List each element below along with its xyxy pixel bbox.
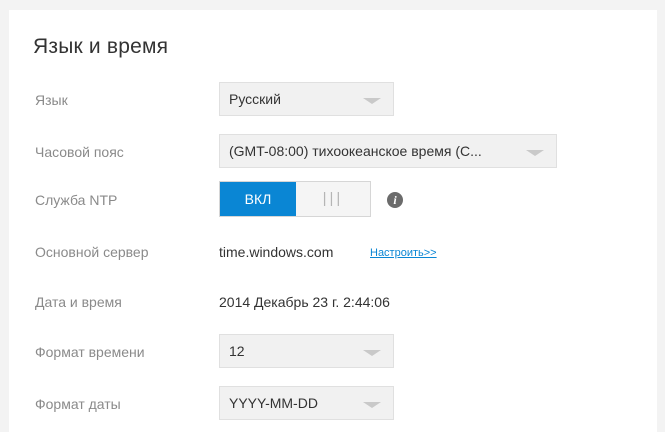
configure-link[interactable]: Настроить>> <box>370 232 437 272</box>
time-format-row: Формат времени 12 <box>9 332 657 372</box>
chevron-down-icon <box>363 402 381 408</box>
date-format-select[interactable]: YYYY-MM-DD <box>219 386 394 420</box>
datetime-value: 2014 Декабрь 23 г. 2:44:06 <box>219 294 390 310</box>
language-time-panel: Язык и время Язык Русский Часовой пояс (… <box>9 10 657 432</box>
date-format-row: Формат даты YYYY-MM-DD <box>9 384 657 424</box>
timezone-select[interactable]: (GMT-08:00) тихоокеанское время (С... <box>219 134 557 168</box>
ntp-toggle[interactable]: ВКЛ ||| <box>219 181 371 217</box>
timezone-row: Часовой пояс (GMT-08:00) тихоокеанское в… <box>9 132 657 172</box>
server-label: Основной сервер <box>35 244 149 260</box>
language-row: Язык Русский <box>9 80 657 120</box>
section-title: Язык и время <box>33 35 169 58</box>
ntp-row: Служба NTP ВКЛ ||| i <box>9 180 657 220</box>
language-select-value: Русский <box>229 91 281 107</box>
time-format-label: Формат времени <box>35 344 145 360</box>
server-row: Основной сервер time.windows.com Настрои… <box>9 232 657 272</box>
date-format-select-value: YYYY-MM-DD <box>229 395 318 411</box>
chevron-down-icon <box>363 350 381 356</box>
date-format-label: Формат даты <box>35 396 121 412</box>
info-icon[interactable]: i <box>387 192 403 208</box>
time-format-select-value: 12 <box>229 343 245 359</box>
time-format-select[interactable]: 12 <box>219 334 394 368</box>
chevron-down-icon <box>526 150 544 156</box>
ntp-label: Служба NTP <box>35 192 118 208</box>
ntp-toggle-on[interactable]: ВКЛ <box>220 182 296 216</box>
datetime-row: Дата и время 2014 Декабрь 23 г. 2:44:06 <box>9 282 657 322</box>
datetime-label: Дата и время <box>35 294 122 310</box>
timezone-label: Часовой пояс <box>35 144 124 160</box>
server-value: time.windows.com <box>219 244 334 260</box>
language-select[interactable]: Русский <box>219 82 394 116</box>
language-label: Язык <box>35 92 68 108</box>
ntp-toggle-grip-icon[interactable]: ||| <box>296 182 370 216</box>
timezone-select-value: (GMT-08:00) тихоокеанское время (С... <box>229 143 482 159</box>
chevron-down-icon <box>363 98 381 104</box>
